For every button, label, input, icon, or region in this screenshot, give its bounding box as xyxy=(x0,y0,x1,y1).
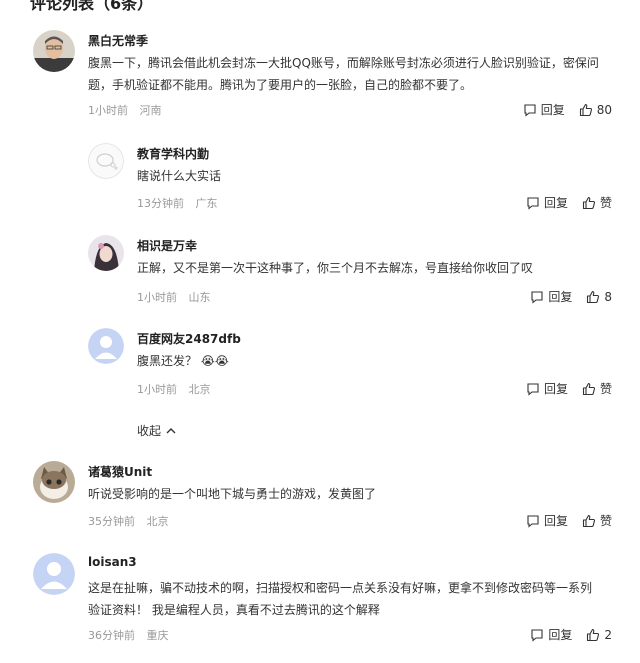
reply-icon xyxy=(531,628,543,642)
comment-time: 1小时前 xyxy=(137,291,177,304)
collapse-replies-button[interactable]: 收起 xyxy=(137,422,177,439)
thumbs-up-icon xyxy=(579,103,592,116)
comment-list-title: 评论列表（6条） xyxy=(30,0,154,13)
comment-actions: 回复 赞 xyxy=(526,512,612,529)
avatar[interactable] xyxy=(88,143,124,179)
comment-location: 北京 xyxy=(146,515,169,528)
username[interactable]: 诸葛猿Unit xyxy=(88,463,152,480)
avatar[interactable] xyxy=(33,461,75,503)
like-label: 赞 xyxy=(599,196,612,210)
reply-label: 回复 xyxy=(548,628,573,642)
reply-button[interactable]: 回复 xyxy=(526,512,568,529)
like-button[interactable]: 赞 xyxy=(582,194,612,211)
like-button[interactable]: 8 xyxy=(586,290,612,304)
reply-button[interactable]: 回复 xyxy=(526,194,568,211)
comment-meta: 36分钟前 重庆 xyxy=(88,627,177,643)
reply-button[interactable]: 回复 xyxy=(530,288,572,305)
thumbs-up-icon xyxy=(582,382,596,395)
thumbs-up-icon xyxy=(582,196,596,209)
like-button[interactable]: 2 xyxy=(586,628,612,642)
reply-button[interactable]: 回复 xyxy=(526,380,568,397)
thumbs-up-icon xyxy=(587,290,600,303)
comment-time: 36分钟前 xyxy=(88,629,135,642)
comment-location: 北京 xyxy=(188,383,211,396)
comment-actions: 回复 赞 xyxy=(526,194,612,211)
comment-location: 河南 xyxy=(139,104,162,117)
comment-text: 腹黑还发？ 😭😭 xyxy=(137,350,617,372)
like-count: 8 xyxy=(604,289,612,304)
comment-text: 瞎说什么大实话 xyxy=(137,169,222,183)
comment-meta: 1小时前 河南 xyxy=(88,102,170,118)
reply-button[interactable]: 回复 xyxy=(530,626,572,643)
reply-label: 回复 xyxy=(540,103,565,117)
comment-actions: 回复 2 xyxy=(530,626,612,643)
comment-text-line: 验证资料！ 我是编程人员，真看不过去腾讯的这个解释 xyxy=(88,603,380,617)
avatar[interactable] xyxy=(88,235,124,271)
thumbs-up-icon xyxy=(582,514,596,527)
avatar[interactable] xyxy=(33,30,75,72)
reply-icon xyxy=(527,382,539,396)
comment-location: 广东 xyxy=(195,197,218,210)
comment-text-body: 腹黑还发？ xyxy=(137,354,198,368)
reply-icon xyxy=(527,514,539,528)
like-count: 2 xyxy=(604,627,612,642)
like-button[interactable]: 赞 xyxy=(582,380,612,397)
reply-icon xyxy=(527,196,539,210)
reply-label: 回复 xyxy=(543,382,568,396)
comment-location: 重庆 xyxy=(146,629,169,642)
chevron-up-icon xyxy=(166,427,176,433)
like-label: 赞 xyxy=(599,514,612,528)
comment-time: 35分钟前 xyxy=(88,515,135,528)
comment-text: 正解，又不是第一次干这种事了，你三个月不去解冻，号直接给你收回了叹 xyxy=(137,261,534,275)
thumbs-up-icon xyxy=(587,628,600,641)
comment-text: 听说受影响的是一个叫地下城与勇士的游戏，发黄图了 xyxy=(88,487,377,501)
username[interactable]: 百度网友2487dfb xyxy=(137,330,241,347)
comment-text-line: 这是在扯嘛，骗不动技术的啊，扫描授权和密码一点关系没有好嘛，更拿不到修改密码等一… xyxy=(88,581,593,595)
reply-label: 回复 xyxy=(548,290,573,304)
comment-actions: 回复 8 xyxy=(530,288,612,305)
comment-text: 这是在扯嘛，骗不动技术的啊，扫描授权和密码一点关系没有好嘛，更拿不到修改密码等一… xyxy=(88,577,616,621)
reply-icon xyxy=(524,103,536,117)
username[interactable]: 相识是万幸 xyxy=(137,237,197,254)
like-button[interactable]: 赞 xyxy=(582,512,612,529)
crying-emoji: 😭😭 xyxy=(200,354,229,368)
comment-time: 1小时前 xyxy=(88,104,128,117)
username[interactable]: loisan3 xyxy=(88,555,137,569)
comment-actions: 回复 赞 xyxy=(526,380,612,397)
reply-button[interactable]: 回复 xyxy=(523,101,565,118)
comment-meta: 1小时前 北京 xyxy=(137,381,219,397)
comment-text: 腹黑一下，腾讯会借此机会封冻一大批QQ账号，而解除账号封冻必须进行人脸识别验证，… xyxy=(88,56,599,92)
username[interactable]: 教育学科内勤 xyxy=(137,145,209,162)
comment-meta: 1小时前 山东 xyxy=(137,289,219,305)
avatar[interactable] xyxy=(33,553,75,595)
reply-label: 回复 xyxy=(543,514,568,528)
comment-meta: 13分钟前 广东 xyxy=(137,195,226,211)
reply-label: 回复 xyxy=(543,196,568,210)
comment-meta: 35分钟前 北京 xyxy=(88,513,177,529)
like-button[interactable]: 80 xyxy=(579,103,612,117)
like-count: 80 xyxy=(596,102,612,117)
username[interactable]: 黑白无常季 xyxy=(88,32,148,49)
comment-location: 山东 xyxy=(188,291,211,304)
comment-time: 1小时前 xyxy=(137,383,177,396)
reply-icon xyxy=(531,290,543,304)
avatar[interactable] xyxy=(88,328,124,364)
comment-time: 13分钟前 xyxy=(137,197,184,210)
collapse-label: 收起 xyxy=(137,424,162,438)
comment-actions: 回复 80 xyxy=(523,101,612,118)
like-label: 赞 xyxy=(599,382,612,396)
